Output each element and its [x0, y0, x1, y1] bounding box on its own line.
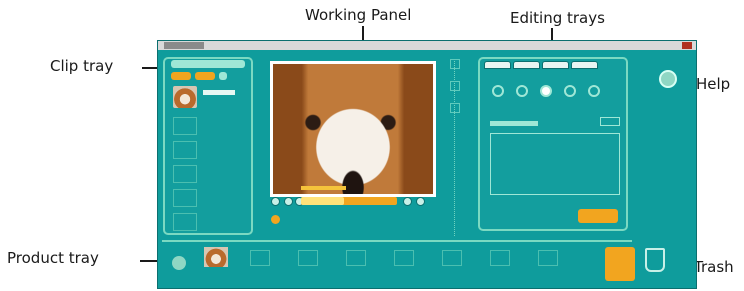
product-add-button[interactable] [605, 247, 635, 281]
product-slot[interactable] [490, 250, 510, 266]
editing-tab-3[interactable] [542, 61, 569, 69]
callout-working-panel: Working Panel [305, 6, 412, 24]
product-slot[interactable] [298, 250, 318, 266]
trash-icon[interactable] [645, 248, 665, 272]
product-slot[interactable] [346, 250, 366, 266]
effect-value-box[interactable] [600, 117, 620, 126]
close-icon[interactable] [682, 42, 692, 49]
effect-option-icon[interactable] [492, 85, 504, 97]
product-slot[interactable] [250, 250, 270, 266]
dog-photo-preview [273, 64, 433, 194]
record-icon[interactable] [271, 215, 280, 224]
effect-option-icon[interactable] [564, 85, 576, 97]
product-slot[interactable] [394, 250, 414, 266]
seek-bar[interactable] [301, 197, 397, 205]
product-slot[interactable] [538, 250, 558, 266]
timecode-label [301, 186, 346, 190]
fast-forward-icon[interactable] [416, 197, 425, 206]
editing-tab-1[interactable] [484, 61, 511, 69]
callout-trash: Trash [694, 258, 734, 276]
callout-help: Help [696, 75, 731, 93]
editing-tab-2[interactable] [513, 61, 540, 69]
callout-product-tray: Product tray [7, 249, 99, 267]
effect-option-icon-selected[interactable] [540, 85, 552, 97]
clip-tray-title [171, 60, 245, 68]
callout-editing-trays: Editing trays [510, 9, 605, 27]
help-icon[interactable] [659, 70, 677, 88]
apply-button[interactable] [578, 209, 618, 223]
title-tab[interactable] [164, 42, 204, 49]
title-bar [158, 41, 696, 50]
clip-slot[interactable] [173, 189, 197, 207]
working-panel-viewer [270, 61, 436, 197]
clip-filter-button-1[interactable] [171, 72, 191, 80]
seek-bar-fill [301, 197, 345, 205]
product-slot[interactable] [442, 250, 462, 266]
side-toolbar [450, 59, 460, 223]
film-icon[interactable] [172, 256, 186, 270]
clip-tray [163, 57, 253, 235]
clip-slot[interactable] [173, 213, 197, 231]
clip-slot[interactable] [173, 117, 197, 135]
effect-list[interactable] [490, 133, 620, 195]
editing-tray [478, 57, 628, 231]
side-button[interactable] [450, 59, 460, 69]
effect-name [490, 121, 538, 126]
app-window [157, 40, 697, 289]
editing-tab-4[interactable] [571, 61, 598, 69]
effect-option-icon[interactable] [588, 85, 600, 97]
clip-filter-button-2[interactable] [195, 72, 215, 80]
clip-name [203, 90, 235, 95]
product-clip-thumbnail[interactable] [204, 247, 228, 267]
product-tray [162, 240, 635, 286]
side-button[interactable] [450, 81, 460, 91]
clip-thumbnail[interactable] [173, 86, 197, 108]
clip-slot[interactable] [173, 165, 197, 183]
rewind-icon[interactable] [271, 197, 280, 206]
play-icon[interactable] [284, 197, 293, 206]
callout-clip-tray: Clip tray [50, 57, 114, 75]
effect-option-icon[interactable] [516, 85, 528, 97]
clip-filter-button-3[interactable] [219, 72, 227, 80]
step-forward-icon[interactable] [403, 197, 412, 206]
clip-slot[interactable] [173, 141, 197, 159]
side-button[interactable] [450, 103, 460, 113]
